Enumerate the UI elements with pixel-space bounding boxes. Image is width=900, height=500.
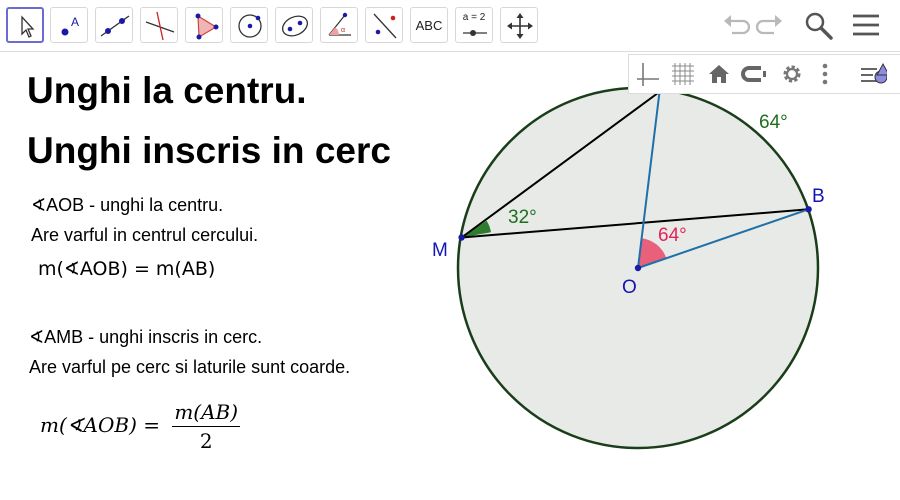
axes-toggle-icon[interactable] <box>633 60 661 88</box>
style-bar-toggle-icon[interactable] <box>859 60 887 88</box>
point-B[interactable] <box>805 206 812 213</box>
inscribed-angle-value: 32° <box>508 207 537 228</box>
label-B: B <box>812 186 825 207</box>
home-icon[interactable] <box>705 60 733 88</box>
settings-gear-icon[interactable] <box>778 60 806 88</box>
central-angle-value: 64° <box>658 225 687 246</box>
point-capturing-icon[interactable] <box>739 60 767 88</box>
label-M: M <box>432 240 448 261</box>
point-O[interactable] <box>634 264 642 272</box>
grid-toggle-icon[interactable] <box>669 60 697 88</box>
arc-measure-label: 64° <box>759 112 788 133</box>
point-M[interactable] <box>458 234 465 241</box>
more-options-icon[interactable] <box>815 60 843 88</box>
graphics-style-bar <box>628 54 900 94</box>
label-O: O <box>622 277 637 298</box>
